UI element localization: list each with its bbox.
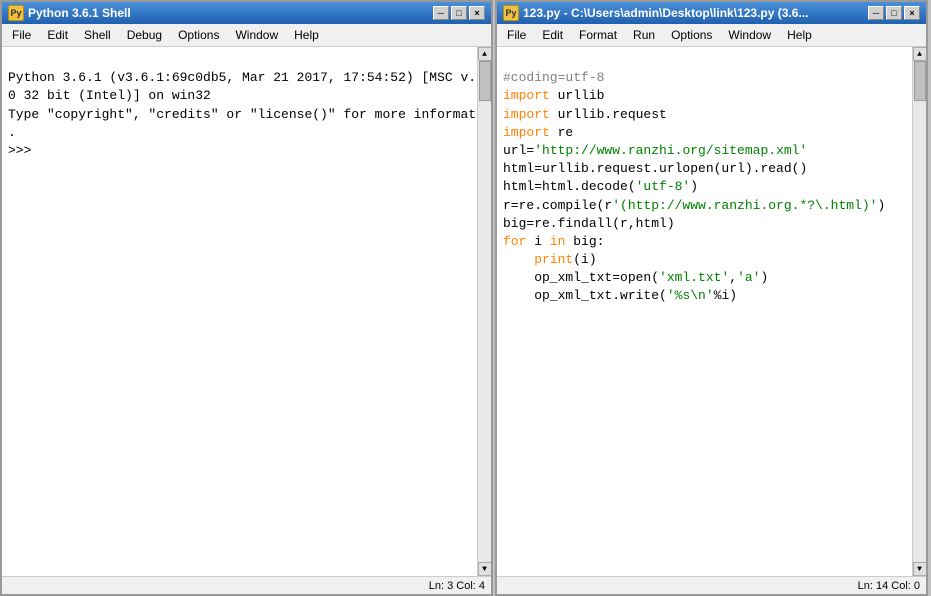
- editor-scroll-track[interactable]: [913, 61, 926, 562]
- code-line-7: html=html.decode('utf-8'): [503, 179, 698, 194]
- code-line-6: html=urllib.request.urlopen(url).read(): [503, 161, 807, 176]
- shell-scrollbar[interactable]: ▲ ▼: [477, 47, 491, 576]
- shell-window: Py Python 3.6.1 Shell ─ □ × File Edit Sh…: [0, 0, 493, 596]
- editor-close-button[interactable]: ×: [904, 6, 920, 20]
- editor-scroll-down[interactable]: ▼: [913, 562, 927, 576]
- code-line-11: print(i): [503, 252, 597, 267]
- shell-title-left: Py Python 3.6.1 Shell: [8, 5, 131, 21]
- editor-menu-format[interactable]: Format: [571, 26, 625, 44]
- editor-window-icon: Py: [503, 5, 519, 21]
- editor-code[interactable]: #coding=utf-8 import urllib import urlli…: [497, 47, 912, 576]
- editor-status-bar: Ln: 14 Col: 0: [497, 576, 926, 594]
- editor-menu-edit[interactable]: Edit: [534, 26, 571, 44]
- code-line-3: import urllib.request: [503, 107, 667, 122]
- code-line-10: for i in big:: [503, 234, 604, 249]
- code-line-1: #coding=utf-8: [503, 70, 604, 85]
- shell-menu-shell[interactable]: Shell: [76, 26, 119, 44]
- editor-menu-help[interactable]: Help: [779, 26, 820, 44]
- editor-content-area: #coding=utf-8 import urllib import urlli…: [497, 47, 926, 576]
- code-line-4: import re: [503, 125, 573, 140]
- editor-minimize-button[interactable]: ─: [868, 6, 884, 20]
- editor-maximize-button[interactable]: □: [886, 6, 902, 20]
- editor-menu-bar: File Edit Format Run Options Window Help: [497, 24, 926, 47]
- shell-scroll-thumb[interactable]: [479, 61, 491, 101]
- editor-menu-file[interactable]: File: [499, 26, 534, 44]
- editor-menu-window[interactable]: Window: [720, 26, 779, 44]
- shell-menu-debug[interactable]: Debug: [119, 26, 170, 44]
- code-line-9: big=re.findall(r,html): [503, 216, 675, 231]
- shell-menu-edit[interactable]: Edit: [39, 26, 76, 44]
- editor-scrollbar[interactable]: ▲ ▼: [912, 47, 926, 576]
- code-line-2: import urllib: [503, 88, 604, 103]
- editor-status-text: Ln: 14 Col: 0: [858, 580, 920, 592]
- shell-menu-help[interactable]: Help: [286, 26, 327, 44]
- shell-scroll-track[interactable]: [478, 61, 491, 562]
- editor-window: Py 123.py - C:\Users\admin\Desktop\link\…: [495, 0, 928, 596]
- code-line-13: op_xml_txt.write('%s\n'%i): [503, 288, 737, 303]
- code-line-5: url='http://www.ranzhi.org/sitemap.xml': [503, 143, 807, 158]
- shell-scroll-down[interactable]: ▼: [478, 562, 492, 576]
- shell-minimize-button[interactable]: ─: [433, 6, 449, 20]
- editor-scroll-thumb[interactable]: [914, 61, 926, 101]
- shell-line-2: 0 32 bit (Intel)] on win32: [8, 88, 211, 103]
- shell-menu-file[interactable]: File: [4, 26, 39, 44]
- editor-title-buttons: ─ □ ×: [868, 6, 920, 20]
- shell-status-text: Ln: 3 Col: 4: [429, 580, 485, 592]
- shell-line-4: .: [8, 125, 16, 140]
- editor-menu-run[interactable]: Run: [625, 26, 663, 44]
- editor-scroll-up[interactable]: ▲: [913, 47, 927, 61]
- shell-close-button[interactable]: ×: [469, 6, 485, 20]
- shell-status-bar: Ln: 3 Col: 4: [2, 576, 491, 594]
- editor-menu-options[interactable]: Options: [663, 26, 720, 44]
- shell-content[interactable]: Python 3.6.1 (v3.6.1:69c0db5, Mar 21 201…: [2, 47, 477, 576]
- editor-title-text: 123.py - C:\Users\admin\Desktop\link\123…: [523, 6, 808, 20]
- shell-prompt: >>>: [8, 143, 31, 158]
- shell-maximize-button[interactable]: □: [451, 6, 467, 20]
- shell-title-text: Python 3.6.1 Shell: [28, 6, 131, 20]
- shell-window-icon: Py: [8, 5, 24, 21]
- shell-line-3: Type "copyright", "credits" or "license(…: [8, 107, 477, 122]
- editor-title-bar: Py 123.py - C:\Users\admin\Desktop\link\…: [497, 2, 926, 24]
- shell-title-bar: Py Python 3.6.1 Shell ─ □ ×: [2, 2, 491, 24]
- shell-scroll-up[interactable]: ▲: [478, 47, 492, 61]
- shell-line-1: Python 3.6.1 (v3.6.1:69c0db5, Mar 21 201…: [8, 70, 477, 85]
- shell-menu-bar: File Edit Shell Debug Options Window Hel…: [2, 24, 491, 47]
- shell-menu-options[interactable]: Options: [170, 26, 227, 44]
- shell-title-buttons: ─ □ ×: [433, 6, 485, 20]
- shell-editor-area: Python 3.6.1 (v3.6.1:69c0db5, Mar 21 201…: [2, 47, 491, 576]
- code-line-8: r=re.compile(r'(http://www.ranzhi.org.*?…: [503, 198, 885, 213]
- editor-title-left: Py 123.py - C:\Users\admin\Desktop\link\…: [503, 5, 808, 21]
- code-line-12: op_xml_txt=open('xml.txt','a'): [503, 270, 768, 285]
- shell-menu-window[interactable]: Window: [227, 26, 286, 44]
